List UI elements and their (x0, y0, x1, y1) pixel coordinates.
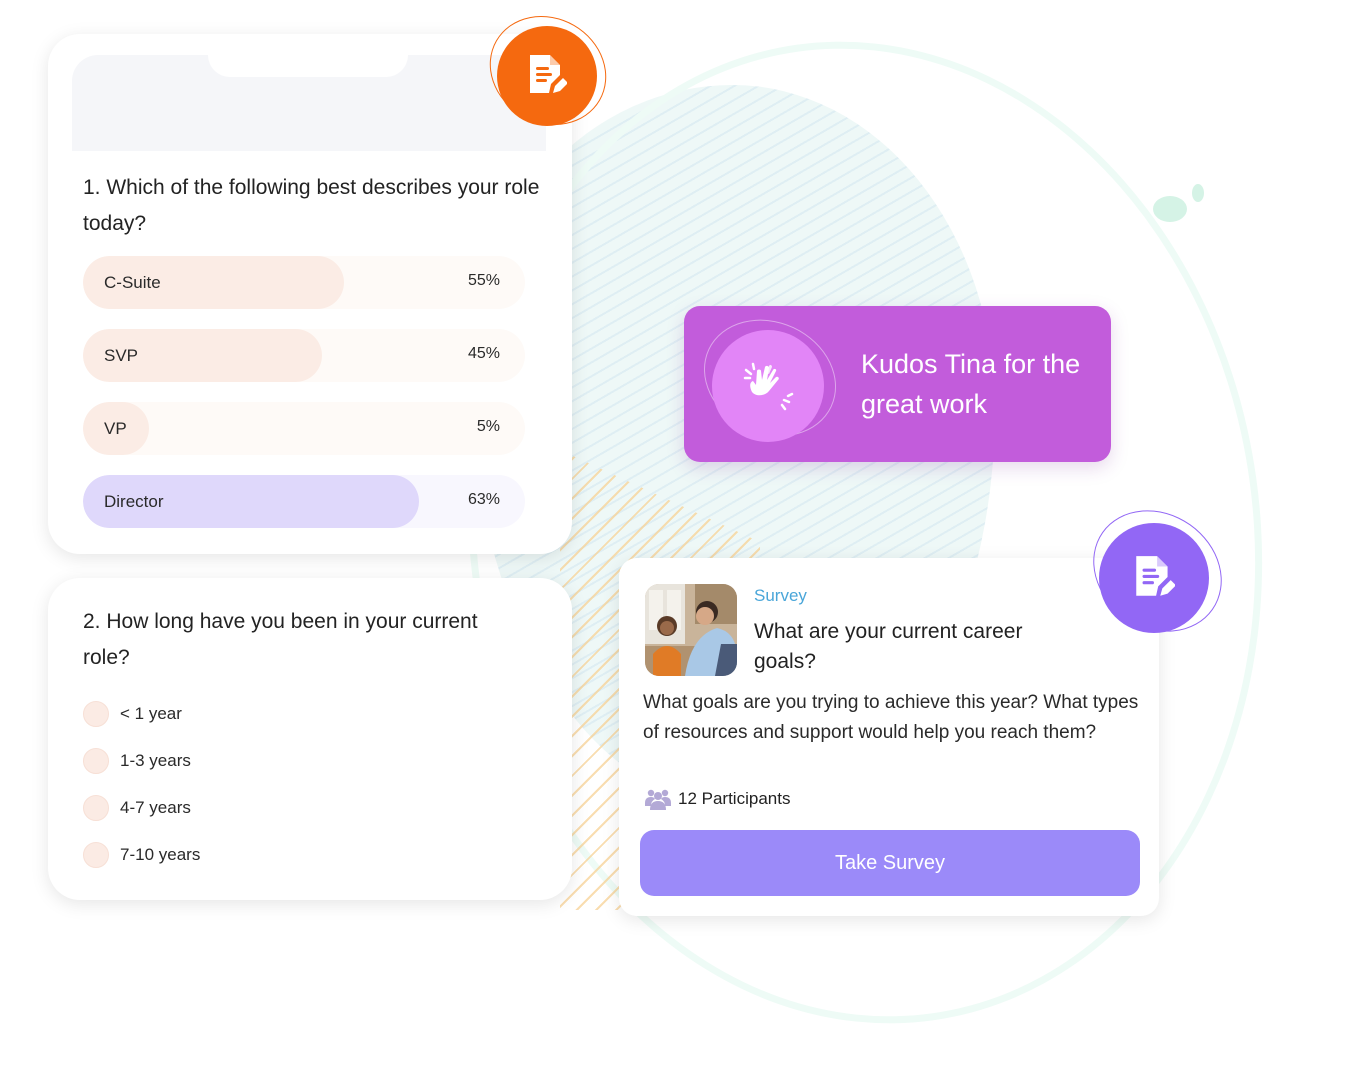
poll-options: C-Suite 55% SVP 45% VP 5% Director 63% (83, 256, 525, 548)
office-photo (645, 584, 737, 676)
decorative-dot (1192, 184, 1204, 202)
tenure-option-label: 4-7 years (120, 797, 191, 817)
survey-thumbnail (645, 584, 737, 676)
poll-question: 1. Which of the following best describes… (83, 176, 540, 235)
decorative-dot (1153, 196, 1187, 222)
poll-option[interactable]: C-Suite 55% (83, 256, 525, 309)
poll-option-percent: 55% (467, 272, 500, 289)
tenure-option-label: 1-3 years (120, 750, 191, 770)
poll-option[interactable]: SVP 45% (83, 329, 525, 382)
tenure-option-label: 7-10 years (120, 844, 201, 864)
tenure-question: 2. How long have you been in your curren… (83, 610, 478, 669)
tenure-options: < 1 year 1-3 years 4-7 years 7-10 years (83, 690, 200, 878)
radio-button[interactable] (83, 700, 109, 727)
poll-option-percent: 45% (467, 345, 500, 362)
poll-option-percent: 5% (476, 418, 500, 435)
tenure-option[interactable]: 4-7 years (83, 784, 200, 831)
orange-survey-badge (497, 26, 597, 126)
poll-option-label: SVP (104, 346, 139, 365)
survey-title: What are your current career goals? (754, 620, 1023, 673)
people-icon (645, 789, 671, 810)
participants-count: 12 Participants (645, 788, 790, 810)
document-edit-icon (530, 55, 567, 93)
radio-button[interactable] (83, 841, 109, 868)
participants-label: 12 Participants (678, 789, 791, 808)
tenure-option-label: < 1 year (120, 703, 182, 723)
tenure-option[interactable]: < 1 year (83, 690, 200, 737)
radio-button[interactable] (83, 794, 109, 821)
poll-option[interactable]: Director 63% (83, 475, 525, 528)
poll-option-percent: 63% (467, 491, 500, 508)
poll-option[interactable]: VP 5% (83, 402, 525, 455)
purple-survey-badge (1099, 523, 1209, 633)
phone-notch (208, 55, 408, 77)
poll-option-label: C-Suite (104, 273, 161, 292)
tenure-option[interactable]: 1-3 years (83, 737, 200, 784)
survey-tag: Survey (754, 586, 807, 605)
kudos-icon-circle (712, 330, 824, 442)
survey-description: What goals are you trying to achieve thi… (643, 692, 1139, 743)
kudos-message: Kudos Tina for the great work (861, 349, 1081, 419)
document-edit-icon (1136, 556, 1175, 596)
clapping-hands-icon (743, 362, 794, 411)
tenure-option[interactable]: 7-10 years (83, 831, 200, 878)
radio-button[interactable] (83, 747, 109, 774)
take-survey-button[interactable]: Take Survey (640, 830, 1140, 896)
poll-option-label: VP (104, 419, 127, 438)
poll-option-label: Director (104, 492, 164, 511)
